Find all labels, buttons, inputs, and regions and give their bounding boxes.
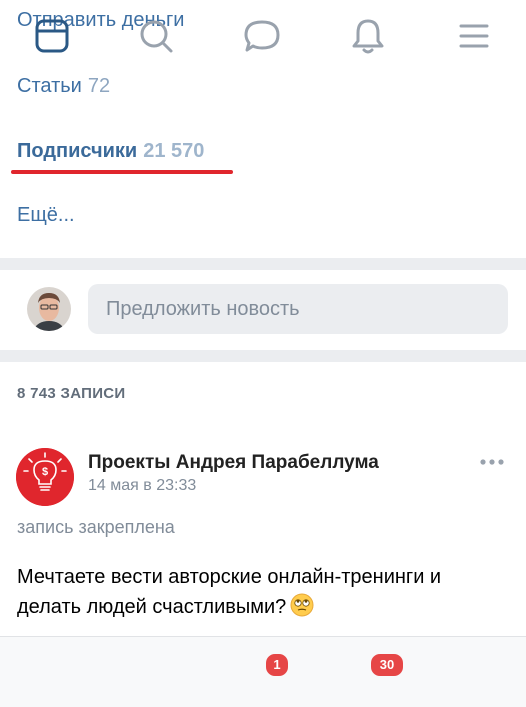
subscribers-label: Подписчики [17,140,138,162]
notifications-badge: 30 [369,652,405,678]
community-avatar[interactable]: $ [16,448,74,506]
articles-link[interactable]: Статьи 72 [17,75,110,98]
subscribers-count: 21 570 [143,140,205,162]
articles-label: Статьи [17,75,82,97]
messages-badge: 1 [264,652,290,678]
subscribers-red-underline [11,170,233,174]
section-separator [0,258,526,270]
more-label: Ещё... [17,204,75,226]
section-separator [0,350,526,362]
more-options-icon[interactable] [477,455,507,469]
more-link[interactable]: Ещё... [17,204,75,227]
search-icon[interactable] [134,14,178,58]
user-avatar[interactable] [27,287,71,331]
pinned-label: запись закреплена [17,517,175,537]
post-date[interactable]: 14 мая в 23:33 [88,477,196,495]
subscribers-link[interactable]: Подписчики 21 570 [17,140,204,163]
messages-icon[interactable] [240,14,284,58]
articles-count: 72 [87,75,111,97]
lightbulb-icon: $ [16,448,74,506]
rolling-eyes-emoji-icon [290,593,314,617]
post-text-content: Мечтаете вести авторские онлайн-тренинги… [17,566,442,618]
bottom-tab-bar [0,636,526,707]
suggest-news-input[interactable]: Предложить новость [88,284,508,334]
svg-text:$: $ [42,466,48,478]
post-text: Мечтаете вести авторские онлайн-тренинги… [17,562,507,622]
post-author[interactable]: Проекты Андрея Парабеллума [88,452,379,474]
posts-count: 8 743 ЗАПИСИ [17,385,126,402]
feed-icon[interactable] [30,14,74,58]
notifications-icon[interactable] [346,14,390,58]
menu-icon[interactable] [452,14,496,58]
